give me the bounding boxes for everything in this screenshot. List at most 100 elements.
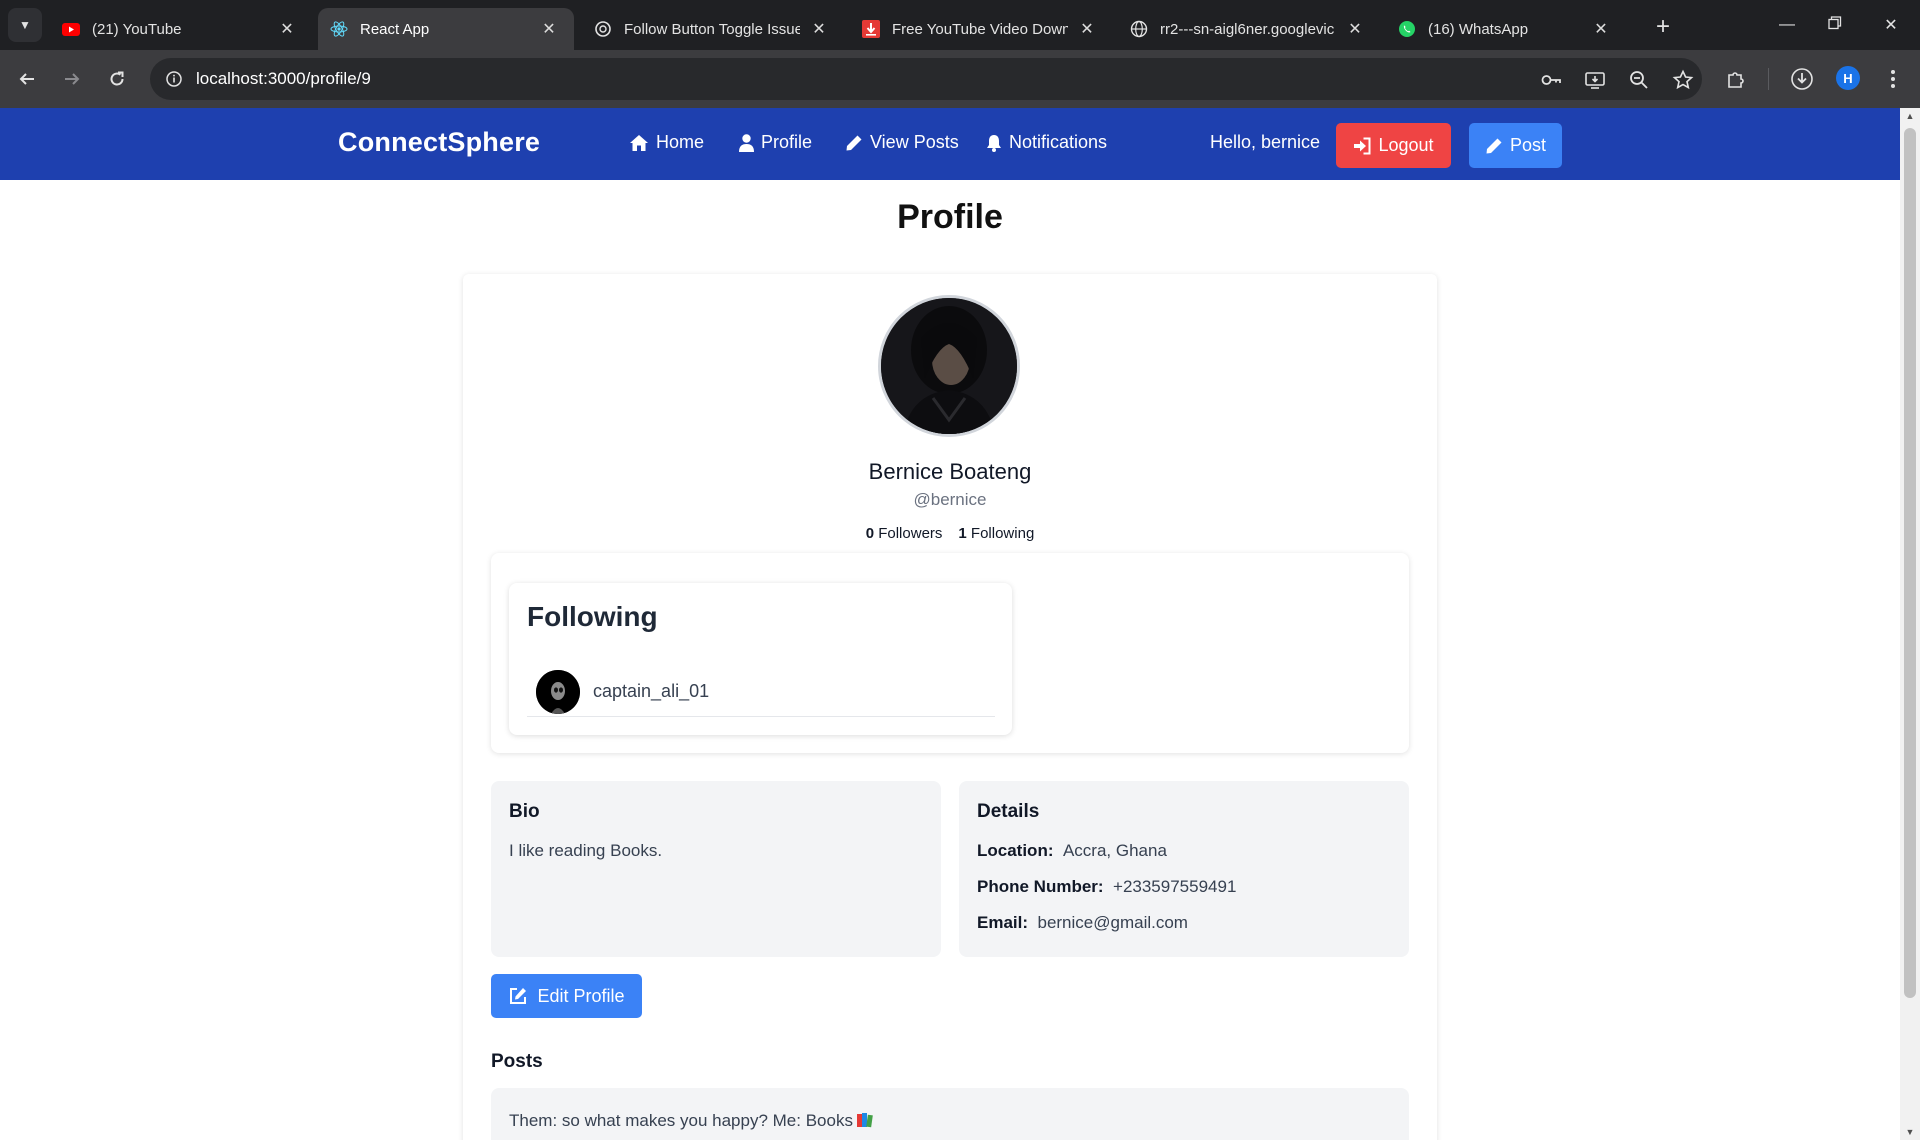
chatgpt-icon — [594, 20, 612, 38]
tab-title: Free YouTube Video Downl — [892, 20, 1068, 38]
tab-react-app[interactable]: React App ✕ — [318, 8, 574, 50]
page-scrollbar[interactable]: ▲ ▼ — [1900, 108, 1920, 1140]
close-icon[interactable]: ✕ — [276, 18, 298, 40]
download-icon — [862, 20, 880, 38]
tab-whatsapp[interactable]: (16) WhatsApp ✕ — [1386, 8, 1626, 50]
phone-value: +233597559491 — [1113, 877, 1237, 896]
reload-icon — [110, 71, 124, 86]
edit-profile-button[interactable]: Edit Profile — [491, 974, 642, 1018]
new-tab-button[interactable]: + — [1648, 12, 1678, 42]
home-icon — [630, 134, 648, 151]
browser-toolbar: localhost:3000/profile/9 H — [0, 50, 1920, 108]
nav-view-posts[interactable]: View Posts — [845, 132, 959, 153]
location-value: Accra, Ghana — [1062, 841, 1167, 860]
nav-home-label: Home — [656, 132, 705, 152]
email-row: Email: bernice@gmail.com — [977, 913, 1188, 933]
location-label: Location: — [977, 841, 1054, 860]
scroll-up-icon[interactable]: ▲ — [1900, 108, 1920, 124]
following-username[interactable]: captain_ali_01 — [593, 681, 709, 702]
app-navbar: ConnectSphere Home Profile View Posts No… — [0, 108, 1900, 180]
brand-logo[interactable]: ConnectSphere — [338, 127, 540, 158]
following-count: 1 — [958, 525, 967, 542]
post-text-row: Them: so what makes you happy? Me: Books — [509, 1111, 874, 1131]
arrow-right-icon — [65, 73, 80, 85]
nav-profile-label: Profile — [761, 132, 813, 152]
details-title: Details — [977, 801, 1040, 822]
close-icon[interactable]: ✕ — [1590, 18, 1612, 40]
react-icon — [330, 20, 348, 38]
close-icon[interactable]: ✕ — [538, 18, 560, 40]
email-value: bernice@gmail.com — [1037, 913, 1188, 932]
nav-view-posts-label: View Posts — [870, 132, 959, 152]
bio-text: I like reading Books. — [509, 841, 663, 860]
edit-icon — [510, 988, 527, 1004]
globe-icon — [1130, 20, 1148, 38]
followers-label[interactable]: Followers — [878, 525, 942, 542]
nav-notifications[interactable]: Notifications — [986, 132, 1107, 153]
pencil-icon — [846, 135, 862, 150]
profile-full-name: Bernice Boateng — [868, 459, 1032, 484]
details-panel: Details Location: Accra, Ghana Phone Num… — [959, 781, 1409, 957]
new-post-button[interactable]: Post — [1469, 123, 1562, 168]
tab-search-button[interactable]: ▼ — [8, 8, 42, 42]
forward-button[interactable] — [55, 62, 89, 96]
following-list-item[interactable]: captain_ali_01 — [527, 663, 995, 717]
scroll-down-icon[interactable]: ▼ — [1900, 1124, 1920, 1140]
follow-counts: 0 Followers 1 Following — [0, 525, 1900, 542]
bookmark-star-icon[interactable] — [1670, 67, 1696, 93]
tab-youtube[interactable]: (21) YouTube ✕ — [50, 8, 312, 50]
address-bar[interactable]: localhost:3000/profile/9 — [150, 58, 1702, 100]
tab-video-downloader[interactable]: Free YouTube Video Downl ✕ — [850, 8, 1112, 50]
post-item[interactable]: Them: so what makes you happy? Me: Books — [491, 1088, 1409, 1140]
phone-label: Phone Number: — [977, 877, 1104, 896]
browser-profile-avatar[interactable]: H — [1836, 66, 1860, 90]
minimize-button[interactable]: — — [1762, 8, 1812, 42]
nav-profile[interactable]: Profile — [739, 132, 812, 153]
more-vertical-icon — [1891, 70, 1895, 88]
back-button[interactable] — [10, 62, 44, 96]
downloads-button[interactable] — [1785, 62, 1819, 96]
logout-button[interactable]: Logout — [1336, 123, 1451, 168]
key-icon[interactable] — [1538, 67, 1564, 93]
tab-title: rr2---sn-aigl6ner.googlevic — [1160, 20, 1335, 38]
close-icon[interactable]: ✕ — [1344, 18, 1366, 40]
sign-out-icon — [1354, 137, 1371, 154]
download-circle-icon — [1791, 68, 1813, 90]
tab-title: React App — [360, 20, 430, 38]
email-label: Email: — [977, 913, 1029, 932]
tab-title: (16) WhatsApp — [1428, 20, 1529, 38]
reload-button[interactable] — [100, 62, 134, 96]
zoom-icon[interactable] — [1626, 67, 1652, 93]
whatsapp-icon — [1398, 20, 1416, 38]
post-text: Them: so what makes you happy? Me: Books — [509, 1111, 853, 1130]
post-label: Post — [1509, 135, 1547, 155]
puzzle-icon — [1728, 72, 1744, 88]
books-emoji-icon — [856, 1113, 873, 1128]
restore-button[interactable] — [1810, 8, 1860, 42]
page-viewport: ConnectSphere Home Profile View Posts No… — [0, 108, 1900, 1140]
close-window-button[interactable]: ✕ — [1866, 8, 1916, 42]
close-icon[interactable]: ✕ — [808, 18, 830, 40]
tab-googlevideo[interactable]: rr2---sn-aigl6ner.googlevic ✕ — [1118, 8, 1380, 50]
browser-menu-button[interactable] — [1876, 62, 1910, 96]
plus-icon: + — [1655, 13, 1670, 40]
extensions-button[interactable] — [1719, 62, 1753, 96]
tab-title: (21) YouTube — [92, 20, 182, 38]
close-icon[interactable]: ✕ — [1076, 18, 1098, 40]
bio-title: Bio — [509, 801, 540, 822]
scrollbar-thumb[interactable] — [1904, 128, 1916, 998]
posts-title: Posts — [491, 1051, 543, 1072]
following-label[interactable]: Following — [971, 525, 1034, 542]
close-icon: ✕ — [1884, 17, 1898, 34]
pencil-icon — [1486, 138, 1502, 153]
minimize-icon: — — [1779, 16, 1795, 33]
user-icon — [739, 133, 754, 152]
nav-home[interactable]: Home — [629, 132, 704, 153]
edit-profile-label: Edit Profile — [537, 985, 625, 1006]
tab-follow-button-issue[interactable]: Follow Button Toggle Issue ✕ — [582, 8, 844, 50]
site-info-icon[interactable] — [162, 67, 186, 91]
nav-notifications-label: Notifications — [1009, 132, 1108, 152]
following-title: Following — [527, 601, 658, 632]
url-text[interactable]: localhost:3000/profile/9 — [196, 69, 371, 89]
install-app-icon[interactable] — [1582, 67, 1608, 93]
